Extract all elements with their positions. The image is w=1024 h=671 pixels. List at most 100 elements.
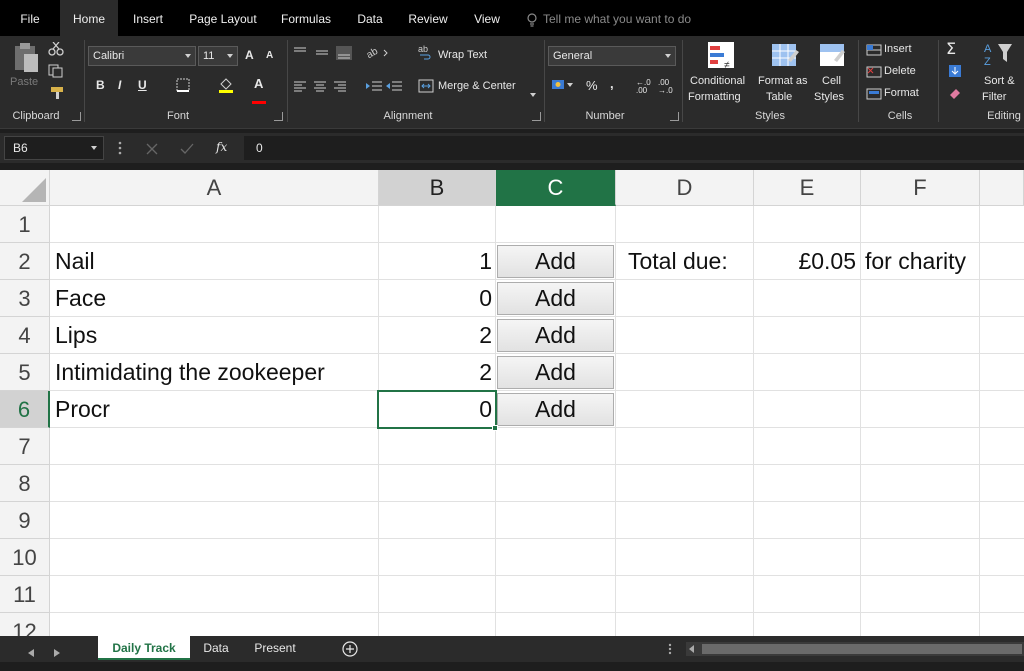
cell-a4[interactable]: Lips <box>55 317 97 354</box>
bold-button[interactable]: B <box>96 78 105 92</box>
conditional-formatting-label-1[interactable]: Conditional <box>690 75 745 87</box>
cell-a2[interactable]: Nail <box>55 243 95 280</box>
more-options-icon[interactable] <box>118 141 122 160</box>
percent-button[interactable]: % <box>586 78 598 93</box>
cancel-icon[interactable] <box>146 142 158 160</box>
font-launcher-icon[interactable] <box>274 112 283 121</box>
row-header-4[interactable]: 4 <box>0 317 50 354</box>
row-header-1[interactable]: 1 <box>0 206 50 243</box>
tab-review[interactable]: Review <box>402 0 454 36</box>
sort-filter-label-1[interactable]: Sort & <box>984 75 1015 87</box>
enter-check-icon[interactable] <box>180 142 194 160</box>
cell-a5[interactable]: Intimidating the zookeeper <box>55 354 325 391</box>
currency-icon[interactable] <box>552 78 574 97</box>
fill-color-icon[interactable] <box>218 76 234 99</box>
cell-b5[interactable]: 2 <box>380 354 492 391</box>
italic-button[interactable]: I <box>118 78 121 92</box>
insert-function-button[interactable]: fx <box>216 140 227 154</box>
font-size-select[interactable]: 11 <box>198 46 238 66</box>
column-header-c[interactable]: C <box>496 170 616 206</box>
add-button-zookeeper[interactable]: Add <box>497 356 614 389</box>
row-header-8[interactable]: 8 <box>0 465 50 502</box>
cell-b3[interactable]: 0 <box>380 280 492 317</box>
sort-filter-icon[interactable]: AZ <box>984 40 1014 73</box>
column-header-f[interactable]: F <box>861 170 980 206</box>
format-cells-button[interactable]: Format <box>884 87 919 99</box>
select-all-corner[interactable] <box>0 170 50 206</box>
row-header-9[interactable]: 9 <box>0 502 50 539</box>
conditional-formatting-label-2[interactable]: Formatting <box>688 91 741 103</box>
top-align-icon[interactable] <box>294 46 354 65</box>
delete-cells-icon[interactable] <box>866 65 882 83</box>
wrap-text-icon[interactable]: ab <box>418 44 434 65</box>
split-handle-icon[interactable] <box>668 642 672 660</box>
sheet-tab-present[interactable]: Present <box>244 636 306 660</box>
cell-b4[interactable]: 2 <box>380 317 492 354</box>
column-header-g[interactable] <box>980 170 1024 206</box>
merge-center-icon[interactable] <box>418 79 434 98</box>
indent-icon[interactable] <box>366 80 406 98</box>
tab-insert[interactable]: Insert <box>126 0 170 36</box>
sheet-tab-data[interactable]: Data <box>194 636 238 660</box>
number-launcher-icon[interactable] <box>670 112 679 121</box>
tab-home[interactable]: Home <box>60 0 118 36</box>
fill-handle[interactable] <box>492 425 498 431</box>
row-header-3[interactable]: 3 <box>0 280 50 317</box>
worksheet-grid[interactable]: A B C D E F 1 2 3 4 5 6 7 8 9 10 11 12 N… <box>0 170 1024 636</box>
cell-a6[interactable]: Procr <box>55 391 110 428</box>
cell-e2-total-amount[interactable]: £0.05 <box>756 243 856 280</box>
wrap-text-button[interactable]: Wrap Text <box>438 49 487 61</box>
delete-cells-button[interactable]: Delete <box>884 65 916 77</box>
cell-d2-total-label[interactable]: Total due: <box>628 243 728 280</box>
underline-button[interactable]: U <box>138 78 147 92</box>
cell-styles-label-2[interactable]: Styles <box>814 91 844 103</box>
column-header-a[interactable]: A <box>50 170 379 206</box>
chevron-down-icon[interactable] <box>530 84 536 102</box>
left-align-icon[interactable] <box>294 80 354 98</box>
row-header-2[interactable]: 2 <box>0 243 50 280</box>
row-header-12[interactable]: 12 <box>0 613 50 636</box>
row-header-6[interactable]: 6 <box>0 391 50 428</box>
format-painter-icon[interactable] <box>50 86 66 105</box>
increase-decimal-button[interactable]: ←.0 .00 <box>636 79 652 95</box>
add-button-face[interactable]: Add <box>497 282 614 315</box>
tab-page-layout[interactable]: Page Layout <box>184 0 262 36</box>
decrease-decimal-button[interactable]: .00 →.0 <box>658 79 674 95</box>
scroll-left-icon[interactable] <box>28 644 34 662</box>
formula-input[interactable]: 0 <box>244 136 1024 160</box>
sort-filter-label-2[interactable]: Filter <box>982 91 1006 103</box>
font-family-select[interactable]: Calibri <box>88 46 196 66</box>
conditional-formatting-icon[interactable]: ≠ <box>706 40 736 75</box>
font-color-button[interactable]: A <box>254 76 263 91</box>
scroll-right-icon[interactable] <box>54 644 60 662</box>
tab-data[interactable]: Data <box>350 0 390 36</box>
row-header-5[interactable]: 5 <box>0 354 50 391</box>
insert-cells-icon[interactable] <box>866 43 882 61</box>
paste-icon[interactable] <box>12 42 40 79</box>
row-header-7[interactable]: 7 <box>0 428 50 465</box>
fill-icon[interactable] <box>948 64 962 83</box>
horizontal-scrollbar[interactable] <box>686 642 1024 661</box>
add-button-nail[interactable]: Add <box>497 245 614 278</box>
cell-styles-icon[interactable] <box>818 40 848 75</box>
tab-formulas[interactable]: Formulas <box>274 0 338 36</box>
format-cells-icon[interactable] <box>866 87 882 105</box>
cell-f2-note[interactable]: for charity <box>865 243 966 280</box>
alignment-launcher-icon[interactable] <box>532 112 541 121</box>
column-header-b[interactable]: B <box>379 170 496 206</box>
grow-font-button[interactable]: A <box>245 48 254 62</box>
autosum-icon[interactable]: Σ <box>946 39 964 61</box>
cell-b2[interactable]: 1 <box>380 243 492 280</box>
tab-file[interactable]: File <box>8 0 52 36</box>
format-as-table-label-1[interactable]: Format as <box>758 75 808 87</box>
copy-icon[interactable] <box>48 64 66 83</box>
clipboard-launcher-icon[interactable] <box>72 112 81 121</box>
comma-button[interactable]: , <box>610 76 614 91</box>
tab-view[interactable]: View <box>466 0 508 36</box>
insert-cells-button[interactable]: Insert <box>884 43 912 55</box>
number-format-select[interactable]: General <box>548 46 676 66</box>
shrink-font-button[interactable]: A <box>266 50 273 61</box>
row-header-11[interactable]: 11 <box>0 576 50 613</box>
name-box[interactable]: B6 <box>4 136 104 160</box>
format-as-table-label-2[interactable]: Table <box>766 91 792 103</box>
